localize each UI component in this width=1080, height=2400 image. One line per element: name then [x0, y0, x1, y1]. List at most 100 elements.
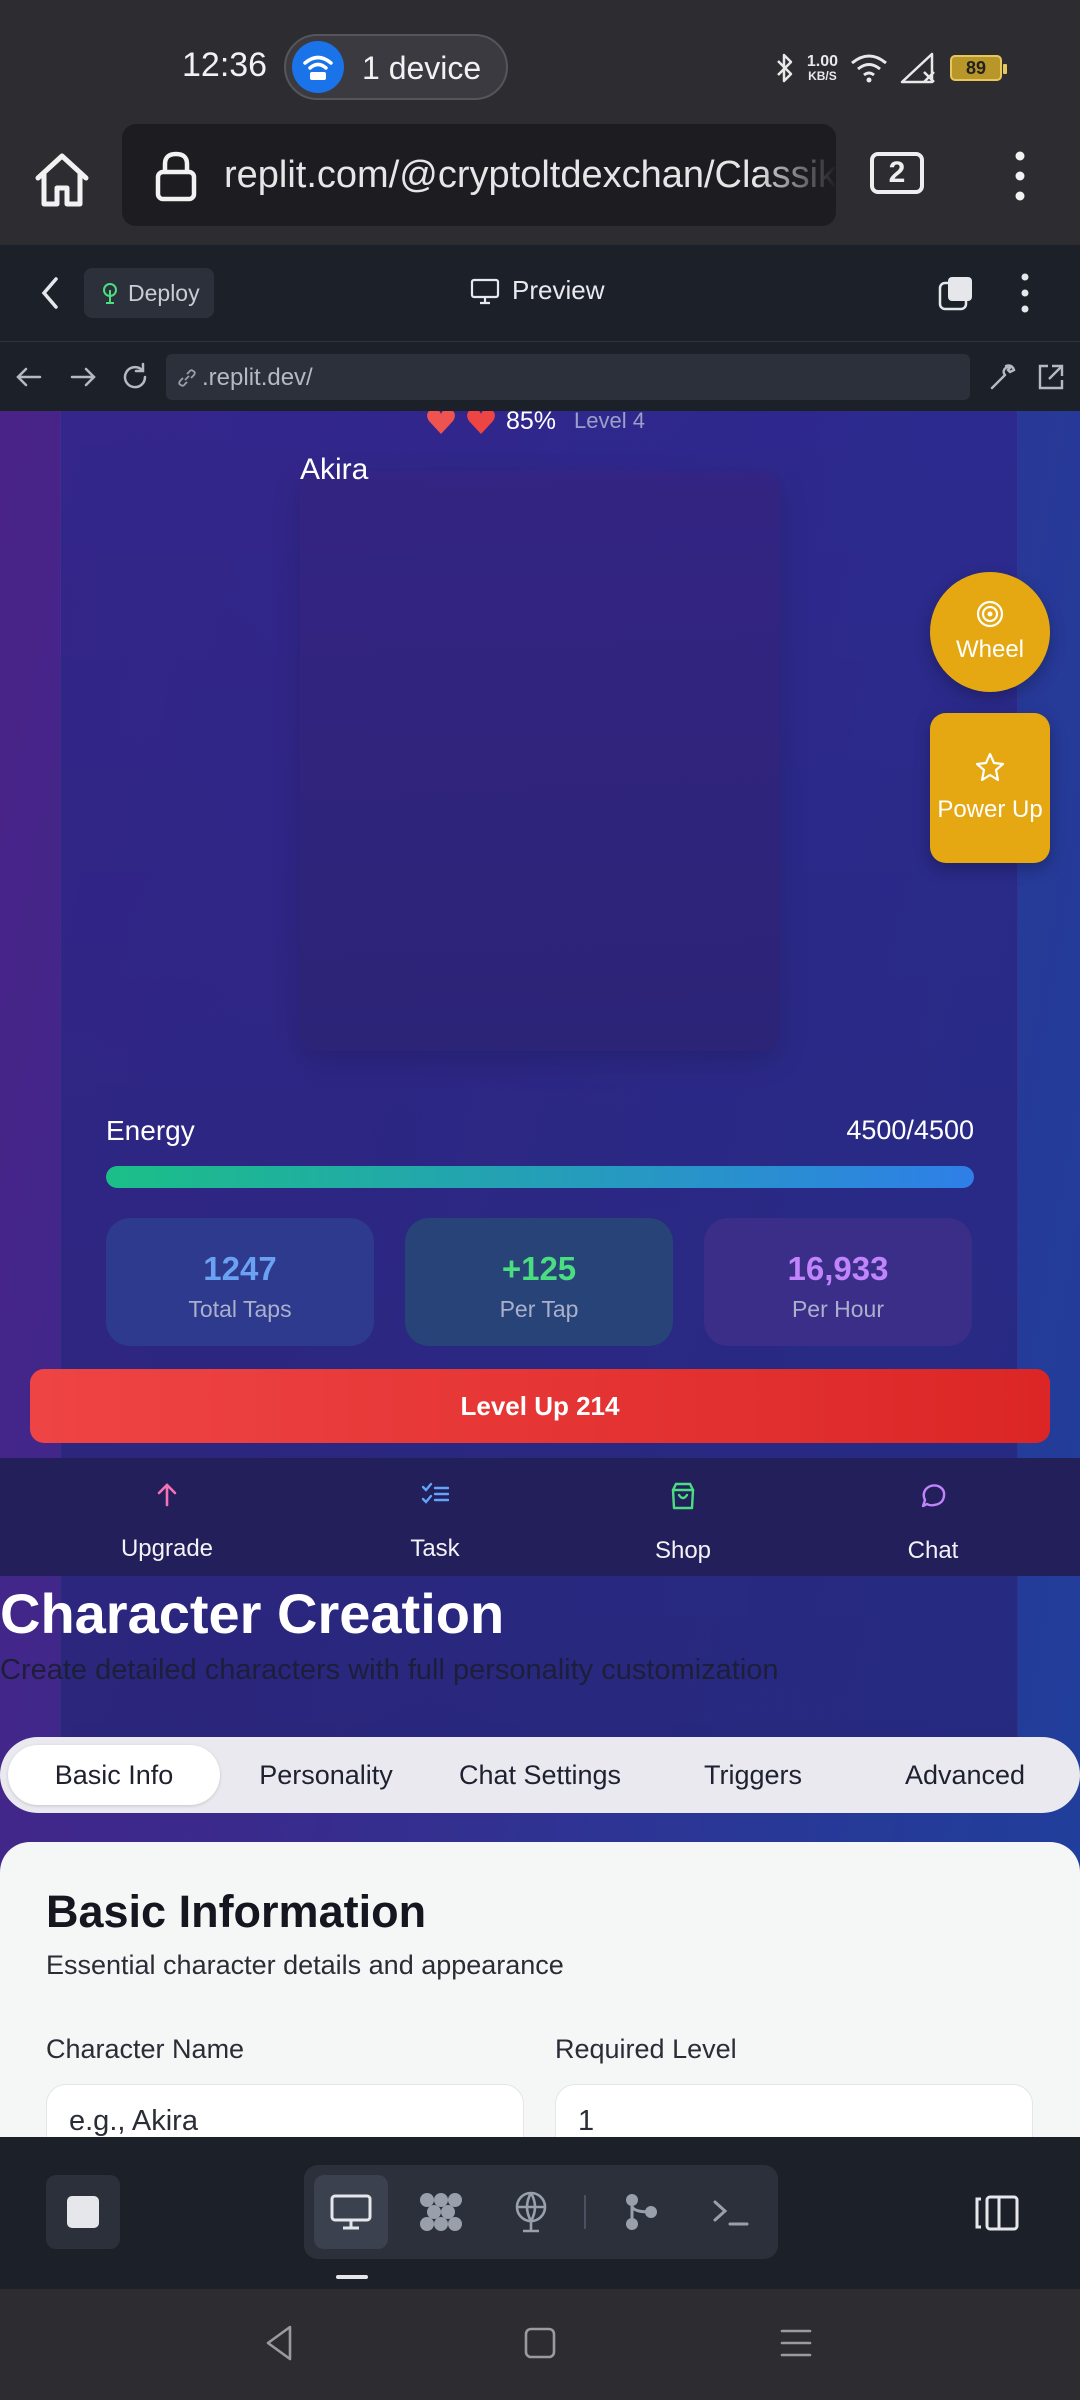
- power-up-button[interactable]: Power Up: [930, 713, 1050, 863]
- address-bar[interactable]: replit.com/@cryptoltdexchan/ClassikLust: [122, 124, 836, 226]
- app-preview: 85% Level 4 Akira Wheel Power Up Energy …: [0, 411, 1080, 2137]
- home-icon[interactable]: [30, 148, 94, 212]
- refresh-icon[interactable]: [118, 360, 152, 394]
- monitor-icon: [330, 2194, 372, 2230]
- character-level: Level 4: [574, 411, 645, 433]
- heart-icon: [427, 411, 455, 434]
- stat-per-tap: +125 Per Tap: [405, 1218, 673, 1346]
- nav-chat[interactable]: Chat: [853, 1482, 1013, 1565]
- target-icon: [976, 600, 1004, 628]
- page-subtitle: Create detailed characters with full per…: [0, 1654, 779, 1686]
- character-portrait[interactable]: [300, 471, 780, 1051]
- link-icon: [178, 369, 196, 387]
- stat-total-taps: 1247 Total Taps: [106, 1218, 374, 1346]
- page-title: Character Creation: [0, 1582, 505, 1645]
- stat-label: Total Taps: [188, 1296, 292, 1322]
- stat-label: Per Hour: [791, 1296, 885, 1322]
- more-vertical-icon[interactable]: [1010, 271, 1040, 315]
- deploy-button[interactable]: Deploy: [84, 268, 214, 318]
- no-signal-icon: [900, 52, 935, 84]
- chevron-left-icon[interactable]: [36, 275, 66, 311]
- blocks-icon: [420, 2193, 462, 2231]
- globe-deploy-icon: [515, 2191, 547, 2233]
- stat-value: +125: [501, 1250, 577, 1287]
- stat-value: 16,933: [787, 1250, 889, 1287]
- webview-toolbar: .replit.dev/: [0, 341, 1080, 411]
- nav-task[interactable]: Task: [355, 1482, 515, 1563]
- agent-tool-button[interactable]: [404, 2175, 478, 2249]
- energy-label: Energy: [106, 1115, 195, 1146]
- lock-icon[interactable]: [154, 150, 198, 202]
- power-up-label: Power Up: [937, 796, 1043, 823]
- wheel-button[interactable]: Wheel: [930, 572, 1050, 692]
- browser-toolbar: replit.com/@cryptoltdexchan/ClassikLust …: [0, 120, 1080, 365]
- level-up-button[interactable]: Level Up 214: [30, 1369, 1050, 1443]
- required-level-field[interactable]: 1: [555, 2084, 1033, 2137]
- tab-advanced[interactable]: Advanced: [858, 1745, 1072, 1805]
- system-nav-bar: [0, 2289, 1080, 2400]
- nav-upgrade[interactable]: Upgrade: [87, 1482, 247, 1563]
- tab-basic-info[interactable]: Basic Info: [8, 1745, 220, 1805]
- recents-menu-icon[interactable]: [778, 2323, 814, 2363]
- nav-label: Chat: [907, 1537, 959, 1564]
- wrench-icon[interactable]: [986, 360, 1020, 394]
- stop-button[interactable]: [46, 2175, 120, 2249]
- preview-tab[interactable]: Preview: [470, 275, 604, 306]
- nav-label: Shop: [654, 1537, 712, 1564]
- webview-url-field[interactable]: .replit.dev/: [166, 354, 970, 400]
- tab-switcher-button[interactable]: 2: [870, 152, 924, 194]
- required-level-label: Required Level: [555, 2034, 737, 2064]
- list-check-icon: [421, 1482, 450, 1504]
- arrow-left-icon[interactable]: [12, 360, 46, 394]
- git-tool-button[interactable]: [604, 2175, 678, 2249]
- stat-label: Per Tap: [499, 1296, 579, 1322]
- preview-tool-button[interactable]: [314, 2175, 388, 2249]
- more-vertical-icon[interactable]: [1000, 148, 1040, 204]
- tab-triggers[interactable]: Triggers: [648, 1745, 858, 1805]
- character-name: Akira: [300, 453, 369, 486]
- status-icons: 1.00 KB/S 89: [775, 48, 1007, 88]
- network-speed: 1.00 KB/S: [806, 52, 838, 83]
- wifi-icon: [851, 54, 887, 83]
- git-branch-icon: [626, 2194, 657, 2230]
- shopping-bag-icon: [671, 1482, 695, 1510]
- creation-tabs: Basic Info Personality Chat Settings Tri…: [0, 1737, 1080, 1813]
- section-title: Basic Information: [46, 1886, 427, 1937]
- message-circle-icon: [921, 1484, 946, 1508]
- nav-shop[interactable]: Shop: [603, 1482, 763, 1565]
- hotspot-label: 1 device: [362, 50, 482, 86]
- game-bottom-nav: Upgrade Task Shop Chat: [0, 1458, 1080, 1576]
- character-name-field[interactable]: e.g., Akira: [46, 2084, 524, 2137]
- character-name-label: Character Name: [46, 2034, 245, 2064]
- nav-label: Upgrade: [120, 1535, 214, 1562]
- energy-bar-fill: [106, 1166, 974, 1188]
- panels-icon[interactable]: [938, 275, 974, 311]
- battery-indicator: 89: [950, 55, 1007, 81]
- replit-bottom-toolbar: [0, 2137, 1080, 2289]
- nav-label: Task: [410, 1535, 460, 1562]
- back-triangle-icon[interactable]: [262, 2323, 296, 2363]
- home-square-icon[interactable]: [522, 2323, 558, 2363]
- deploy-icon: [103, 283, 117, 304]
- external-link-icon[interactable]: [1034, 360, 1068, 394]
- arrow-up-icon: [157, 1483, 177, 1507]
- arrow-right-icon[interactable]: [66, 360, 100, 394]
- shell-tool-button[interactable]: [694, 2175, 768, 2249]
- affection-percent: 85%: [506, 411, 557, 435]
- status-bar: 12:36 1 device 1.00 KB/S 89: [0, 0, 1080, 120]
- heart-icon: [467, 411, 495, 434]
- active-tool-indicator: [336, 2275, 368, 2279]
- tab-personality[interactable]: Personality: [220, 1745, 432, 1805]
- monitor-icon: [470, 278, 500, 304]
- bluetooth-icon: [776, 53, 793, 83]
- deploy-label: Deploy: [128, 279, 200, 306]
- section-subtitle: Essential character details and appearan…: [46, 1950, 564, 1980]
- stop-icon: [67, 2196, 99, 2228]
- tab-chat-settings[interactable]: Chat Settings: [432, 1745, 648, 1805]
- hotspot-pill[interactable]: 1 device: [284, 34, 508, 100]
- stat-value: 1247: [203, 1250, 277, 1287]
- url-text: replit.com/@cryptoltdexchan/ClassikLust: [224, 154, 836, 196]
- split-view-icon[interactable]: [975, 2193, 1019, 2233]
- replit-header: Deploy Preview: [0, 245, 1080, 341]
- deployments-tool-button[interactable]: [494, 2175, 568, 2249]
